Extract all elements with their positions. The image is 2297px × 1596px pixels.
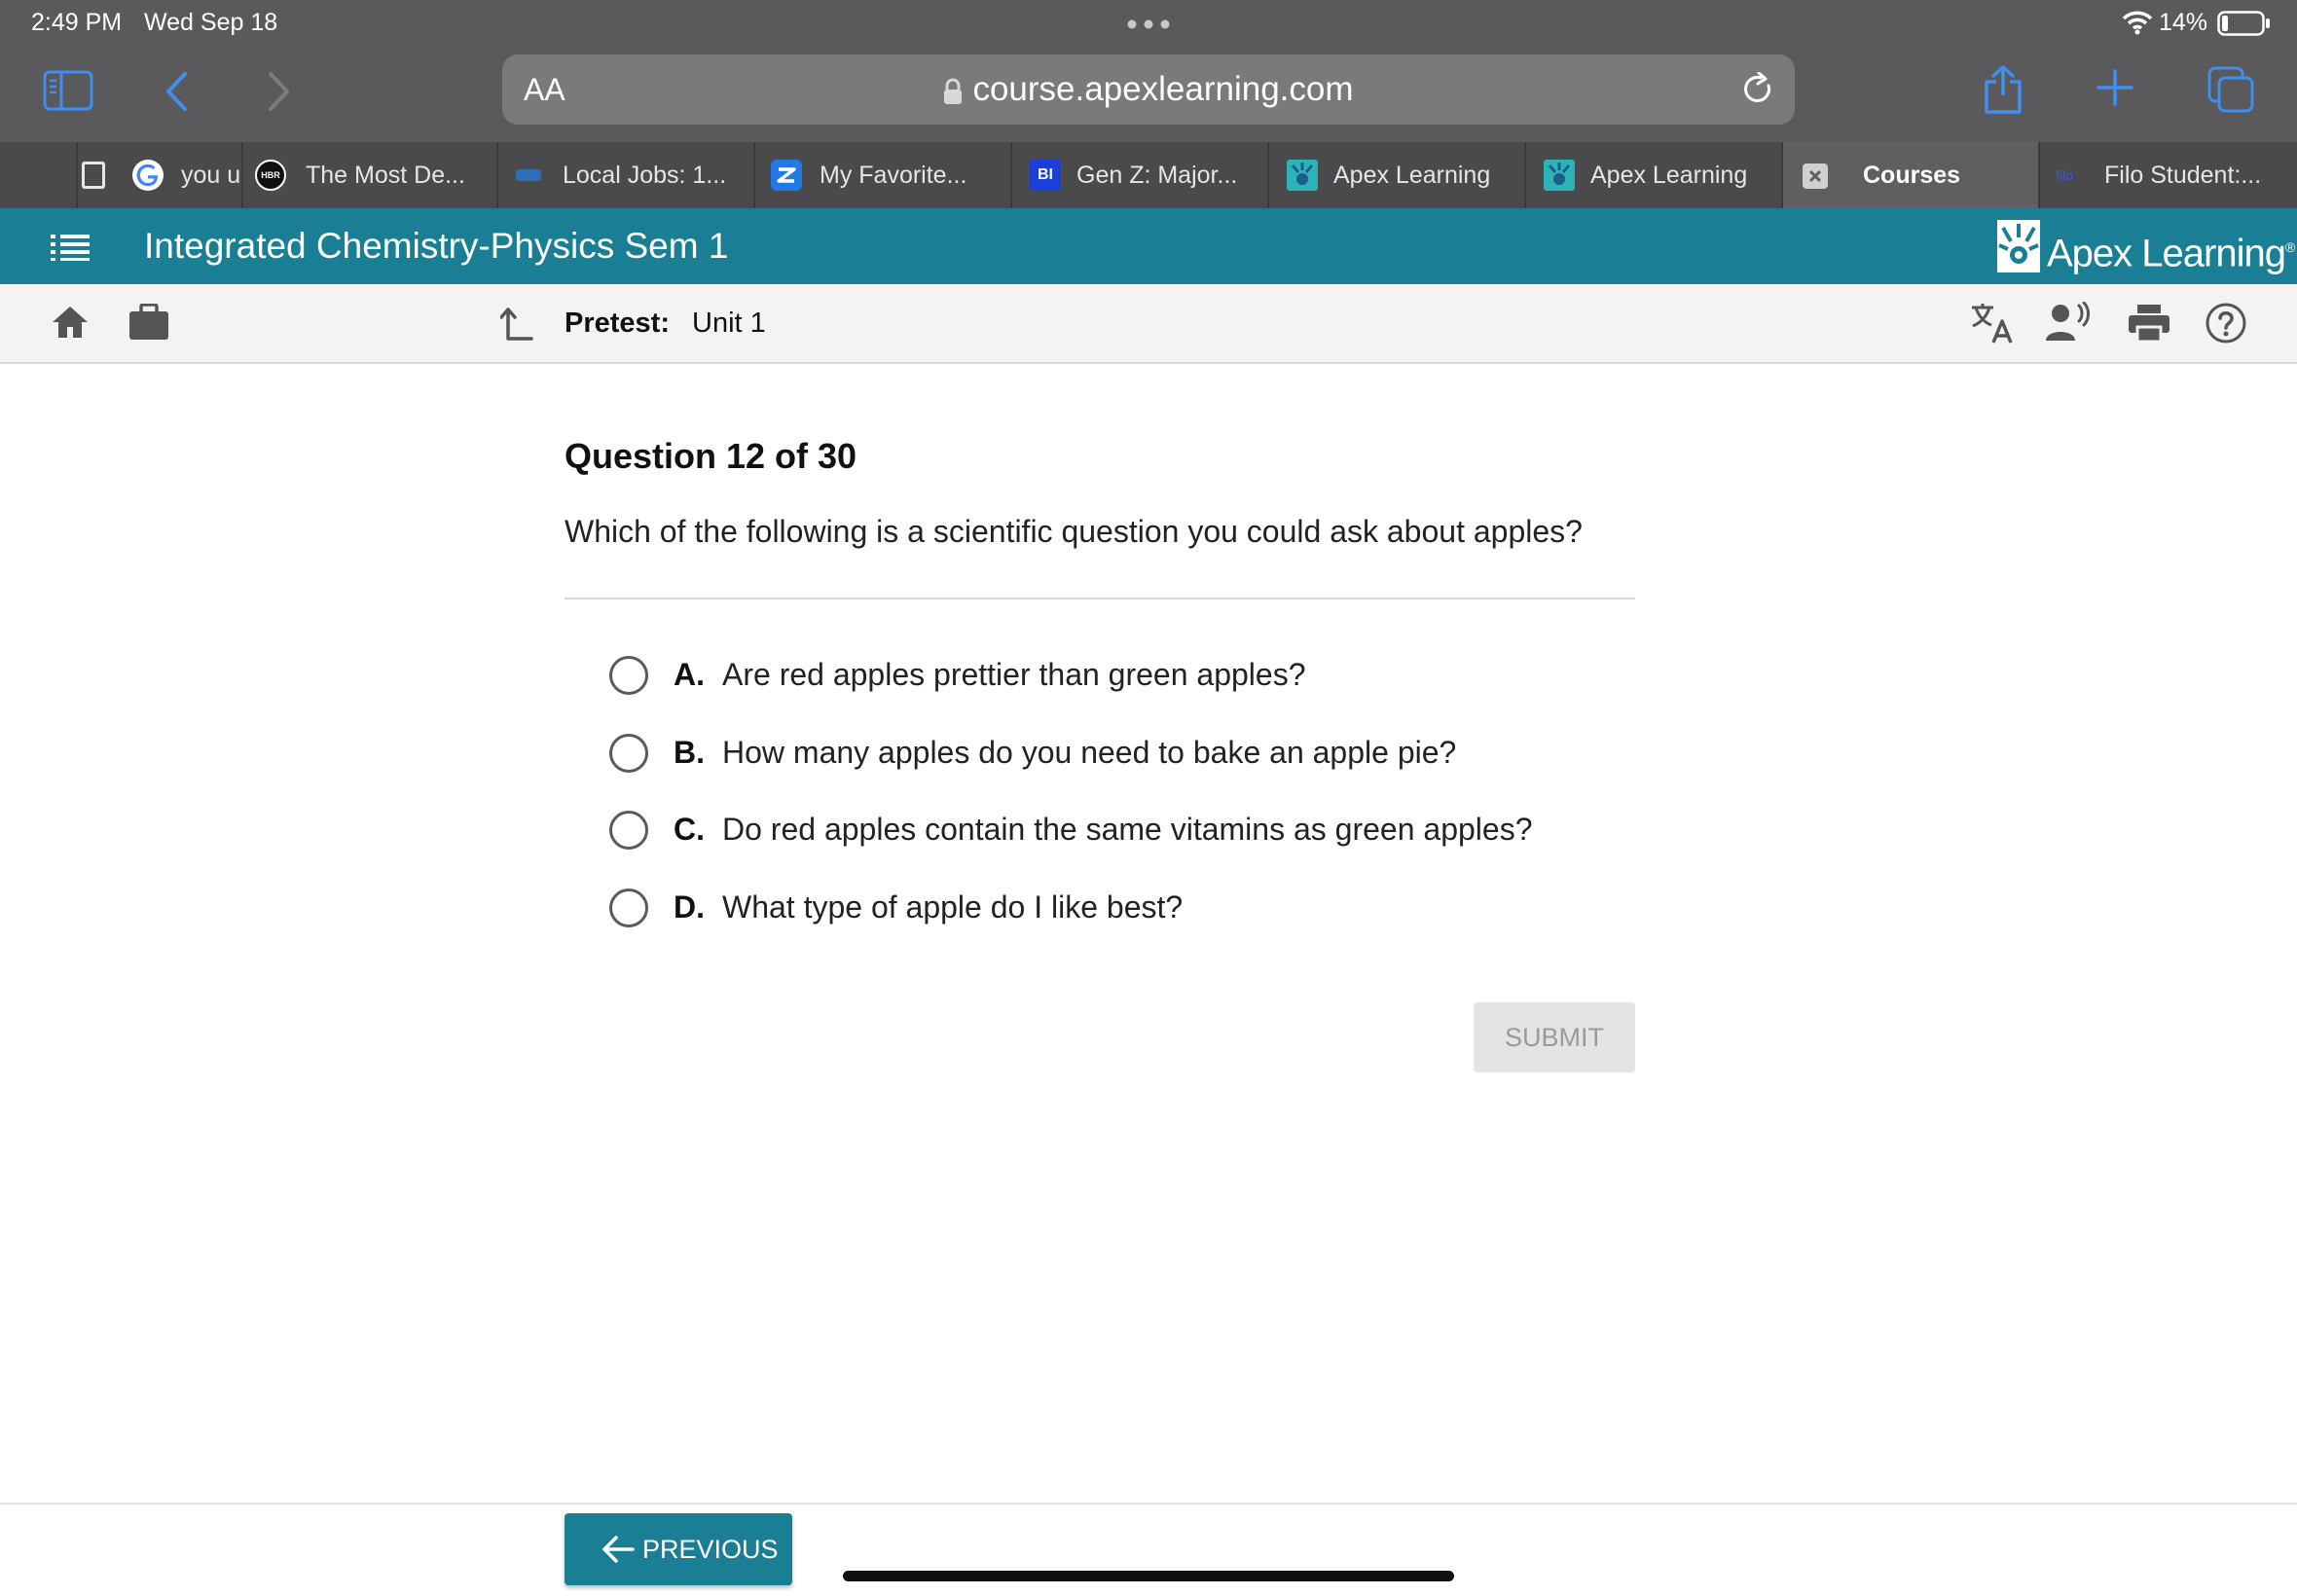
bi-icon: BI (1030, 160, 1061, 191)
filo-icon: filo (2056, 167, 2073, 183)
new-tab-plus-icon[interactable] (2096, 69, 2133, 106)
question-prompt: Which of the following is a scientific q… (565, 514, 1583, 549)
google-icon (132, 160, 164, 191)
tab-hbr[interactable]: HBR The Most De... (243, 142, 498, 208)
battery-icon (2217, 11, 2272, 36)
tab-label: Courses (1863, 162, 1961, 189)
print-icon[interactable] (2128, 304, 2170, 343)
option-text: Are red apples prettier than green apple… (722, 657, 1306, 692)
help-icon[interactable] (2206, 303, 2246, 344)
home-indicator (843, 1571, 1454, 1581)
tab-label: Local Jobs: 1... (563, 162, 727, 189)
tab-label: Filo Student:... (2104, 162, 2262, 189)
status-bar: 2:49 PM Wed Sep 18 14% (0, 0, 2297, 47)
brand-name: Apex Learning® (2047, 232, 2295, 275)
tab-local-jobs[interactable]: Local Jobs: 1... (498, 142, 755, 208)
url-display[interactable]: course.apexlearning.com (502, 54, 1795, 125)
lock-icon (943, 78, 963, 105)
share-icon[interactable] (1982, 64, 2024, 115)
sub-toolbar: Pretest: Unit 1 (0, 284, 2297, 364)
battery-percent: 14% (2159, 9, 2208, 36)
answer-option-d[interactable]: D. What type of apple do I like best? (609, 881, 1631, 935)
menu-list-icon[interactable] (51, 234, 90, 261)
question-heading: Question 12 of 30 (565, 436, 857, 476)
more-dots-icon[interactable] (1127, 19, 1170, 29)
previous-label: PREVIOUS (642, 1535, 779, 1564)
answer-option-a[interactable]: A. Are red apples prettier than green ap… (609, 648, 1631, 703)
page-icon (82, 162, 105, 189)
apex-icon (1544, 160, 1575, 191)
option-letter: A. (674, 657, 705, 692)
course-title: Integrated Chemistry-Physics Sem 1 (144, 226, 729, 266)
question-divider (565, 598, 1635, 599)
tab-label: The Most De... (306, 162, 465, 189)
tab-google-search[interactable]: you u (0, 142, 243, 208)
forward-chevron-icon[interactable] (267, 70, 292, 113)
radio-button-a[interactable] (609, 656, 648, 695)
url-text: course.apexlearning.com (972, 70, 1354, 108)
tab-filo-student[interactable]: filo Filo Student:... (2040, 142, 2297, 208)
tab-apex-learning-2[interactable]: Apex Learning (1526, 142, 1783, 208)
option-text: How many apples do you need to bake an a… (722, 735, 1457, 770)
option-text: What type of apple do I like best? (722, 889, 1184, 925)
home-icon[interactable] (51, 305, 90, 340)
option-text: Do red apples contain the same vitamins … (722, 812, 1533, 847)
tab-apex-learning-1[interactable]: Apex Learning (1269, 142, 1526, 208)
app-header: Integrated Chemistry-Physics Sem 1 Apex … (0, 208, 2297, 284)
reload-icon[interactable] (1740, 72, 1775, 107)
tab-label: Gen Z: Major... (1076, 162, 1238, 189)
status-date: Wed Sep 18 (144, 9, 278, 36)
arrow-left-icon (602, 1535, 635, 1564)
option-letter: D. (674, 889, 705, 925)
wifi-icon (2122, 10, 2153, 35)
option-letter: B. (674, 735, 705, 770)
status-time: 2:49 PM (31, 9, 123, 36)
radio-button-d[interactable] (609, 889, 648, 927)
tab-label: you u (181, 162, 241, 189)
close-icon[interactable] (1803, 163, 1828, 189)
tab-label: Apex Learning (1333, 162, 1491, 189)
tab-gen-z[interactable]: BI Gen Z: Major... (1012, 142, 1269, 208)
tab-strip: you u HBR The Most De... Local Jobs: 1..… (0, 142, 2297, 208)
answer-option-b[interactable]: B. How many apples do you need to bake a… (609, 726, 1631, 780)
registered-mark: ® (2284, 239, 2295, 255)
tab-my-favorite[interactable]: My Favorite... (755, 142, 1012, 208)
tab-overview-icon[interactable] (2207, 66, 2254, 113)
briefcase-icon[interactable] (128, 304, 169, 341)
up-level-arrow-icon[interactable] (500, 306, 533, 341)
z-icon (771, 160, 802, 191)
translate-icon[interactable] (1970, 302, 2015, 345)
tab-label: Apex Learning (1590, 162, 1748, 189)
tab-courses[interactable]: Courses (1783, 142, 2040, 208)
back-chevron-icon[interactable] (164, 70, 189, 113)
radio-button-b[interactable] (609, 734, 648, 773)
radio-button-c[interactable] (609, 811, 648, 850)
footer-divider (0, 1503, 2297, 1505)
address-bar[interactable]: AA course.apexlearning.com (502, 54, 1795, 125)
apex-logo-icon (1997, 220, 2040, 272)
sidebar-toggle-icon[interactable] (43, 70, 93, 111)
option-letter: C. (674, 812, 705, 847)
tab-label: My Favorite... (820, 162, 967, 189)
jobs-icon (516, 169, 541, 181)
answer-option-c[interactable]: C. Do red apples contain the same vitami… (609, 803, 1631, 857)
pretest-unit: Unit 1 (692, 308, 766, 339)
read-aloud-icon[interactable] (2046, 302, 2093, 343)
apex-icon (1287, 160, 1318, 191)
hbr-icon: HBR (255, 160, 286, 191)
pretest-label: Pretest: (565, 308, 670, 339)
submit-button[interactable]: SUBMIT (1474, 1002, 1635, 1072)
previous-button[interactable]: PREVIOUS (565, 1513, 792, 1585)
